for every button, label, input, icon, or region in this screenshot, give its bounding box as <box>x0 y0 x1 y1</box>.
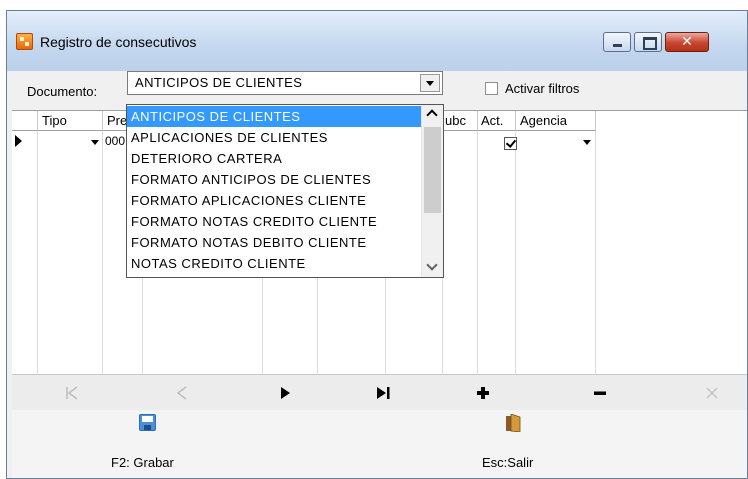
dropdown-option[interactable]: FORMATO ANTICIPOS DE CLIENTES <box>127 169 421 190</box>
dropdown-arrow-icon[interactable] <box>420 74 440 92</box>
scroll-up-icon[interactable] <box>422 105 443 123</box>
dropdown-option[interactable]: FORMATO APLICACIONES CLIENTE <box>127 190 421 211</box>
column-header-tipo[interactable]: Tipo <box>38 111 103 131</box>
column-header-ubc[interactable]: ubc <box>443 111 478 131</box>
last-record-button[interactable] <box>363 375 403 411</box>
close-icon: ✕ <box>681 34 693 50</box>
dropdown-option[interactable]: DETERIORO CARTERA <box>127 148 421 169</box>
dropdown-option[interactable]: ANTICIPOS DE CLIENTES <box>127 106 421 127</box>
cancel-record-button[interactable] <box>692 375 732 411</box>
insert-icon <box>477 387 489 399</box>
cancel-icon <box>706 387 718 399</box>
current-row-indicator <box>12 131 25 151</box>
minimize-button[interactable] <box>603 32 631 52</box>
documento-combobox[interactable]: ANTICIPOS DE CLIENTES <box>127 71 443 95</box>
maximize-button[interactable] <box>634 32 662 52</box>
tipo-dropdown-arrow-icon[interactable] <box>91 140 99 145</box>
window-title: Registro de consecutivos <box>40 34 197 50</box>
act-checkbox[interactable] <box>504 137 517 150</box>
insert-record-button[interactable] <box>463 375 503 411</box>
minimize-icon <box>613 44 622 47</box>
grid-line <box>515 131 516 375</box>
action-bar: F2: Grabar Esc:Salir <box>12 410 747 478</box>
first-record-button[interactable] <box>52 375 92 411</box>
documento-value: ANTICIPOS DE CLIENTES <box>135 75 303 90</box>
title-bar[interactable]: Registro de consecutivos ✕ <box>7 11 747 71</box>
grid-indicator-header <box>12 111 38 131</box>
scroll-down-icon[interactable] <box>422 259 443 277</box>
next-icon <box>281 387 290 399</box>
prior-icon <box>176 386 187 400</box>
app-icon <box>16 33 33 50</box>
first-icon <box>66 386 78 400</box>
documento-dropdown-list[interactable]: ANTICIPOS DE CLIENTES APLICACIONES DE CLI… <box>126 104 444 278</box>
dropdown-option[interactable]: APLICACIONES DE CLIENTES <box>127 127 421 148</box>
grid-line <box>102 131 103 375</box>
activar-filtros-label[interactable]: Activar filtros <box>505 81 579 96</box>
dropdown-scrollbar[interactable] <box>421 105 443 277</box>
exit-button-label[interactable]: Esc:Salir <box>482 455 533 470</box>
grid-line <box>477 131 478 375</box>
close-button[interactable]: ✕ <box>665 32 709 52</box>
column-header-agencia[interactable]: Agencia <box>516 111 596 131</box>
next-record-button[interactable] <box>265 375 305 411</box>
last-icon <box>377 387 390 399</box>
exit-door-icon[interactable] <box>506 414 522 432</box>
activar-filtros-checkbox[interactable] <box>485 82 498 95</box>
grid-line <box>595 131 596 375</box>
dropdown-option[interactable]: NOTAS CREDITO CLIENTE <box>127 253 421 274</box>
save-icon[interactable] <box>139 414 156 431</box>
prior-record-button[interactable] <box>162 375 202 411</box>
delete-icon <box>594 391 606 395</box>
maximize-icon <box>643 37 657 50</box>
record-navigator <box>12 374 747 412</box>
documento-label: Documento: <box>27 84 98 99</box>
grid-line <box>37 131 38 375</box>
agencia-dropdown-arrow-icon[interactable] <box>583 140 591 145</box>
column-header-act[interactable]: Act. <box>478 111 516 131</box>
delete-record-button[interactable] <box>580 375 620 411</box>
dropdown-option[interactable]: FORMATO NOTAS DEBITO CLIENTE <box>127 232 421 253</box>
scroll-thumb[interactable] <box>424 127 441 213</box>
save-button-label[interactable]: F2: Grabar <box>111 455 174 470</box>
dropdown-option[interactable]: FORMATO NOTAS CREDITO CLIENTE <box>127 211 421 232</box>
